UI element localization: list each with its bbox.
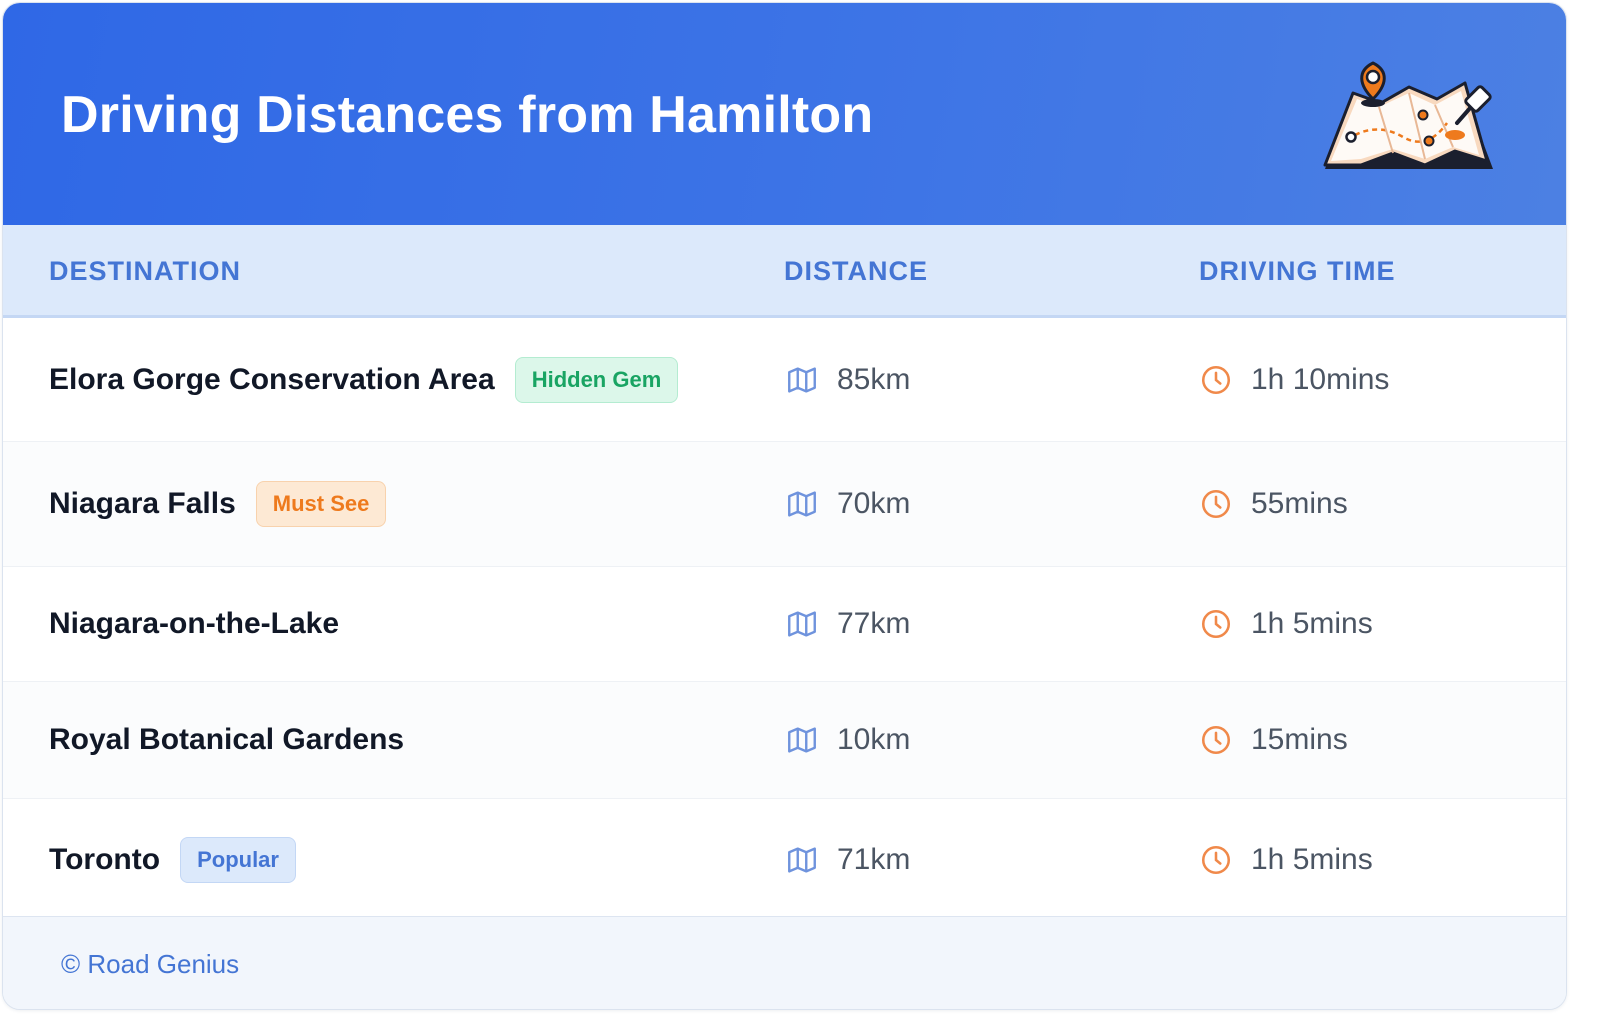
driving-time-cell: 1h 5mins — [1199, 567, 1373, 681]
page-title: Driving Distances from Hamilton — [61, 86, 874, 144]
clock-icon — [1201, 609, 1231, 639]
distance-card: Driving Distances from Hamilton DESTINAT… — [2, 2, 1567, 1010]
map-with-pins-icon — [1323, 61, 1493, 169]
distance-value: 77km — [837, 607, 911, 640]
driving-time-value: 1h 5mins — [1251, 607, 1373, 640]
destination-cell: Elora Gorge Conservation Area Hidden Gem — [49, 318, 679, 441]
map-icon — [788, 847, 816, 873]
driving-time-cell: 55mins — [1199, 442, 1348, 566]
clock-icon — [1201, 725, 1231, 755]
destination-badge: Hidden Gem — [514, 356, 679, 403]
table-row[interactable]: Elora Gorge Conservation Area Hidden Gem… — [3, 318, 1566, 442]
map-icon — [788, 727, 816, 753]
destination-name: Elora Gorge Conservation Area — [49, 362, 495, 396]
footer: © Road Genius — [3, 916, 1566, 1009]
distance-value: 71km — [837, 843, 911, 876]
table-row[interactable]: Toronto Popular 71km 1h 5mins — [3, 799, 1566, 922]
driving-time-cell: 15mins — [1199, 682, 1348, 798]
column-header-driving-time[interactable]: DRIVING TIME — [1199, 256, 1396, 287]
distance-value: 70km — [837, 487, 911, 520]
destination-cell: Niagara Falls Must See — [49, 442, 387, 566]
clock-icon — [1201, 365, 1231, 394]
destination-name: Niagara Falls — [49, 487, 236, 520]
distance-cell: 71km — [785, 799, 910, 921]
table-header: DESTINATION DISTANCE DRIVING TIME — [3, 225, 1566, 318]
clock-icon — [1201, 845, 1231, 875]
distance-value: 85km — [837, 362, 911, 396]
driving-time-value: 1h 5mins — [1251, 843, 1373, 876]
distance-cell: 10km — [785, 682, 910, 798]
destination-cell: Toronto Popular — [49, 799, 296, 921]
driving-time-value: 55mins — [1251, 487, 1348, 520]
table-row[interactable]: Royal Botanical Gardens 10km 15mins — [3, 682, 1566, 799]
map-icon — [788, 491, 816, 517]
column-header-distance[interactable]: DISTANCE — [784, 256, 928, 287]
destination-badge: Popular — [180, 837, 296, 883]
destination-name: Royal Botanical Gardens — [49, 723, 405, 756]
distance-cell: 85km — [785, 318, 910, 441]
table-row[interactable]: Niagara Falls Must See 70km 55mins — [3, 442, 1566, 567]
clock-icon — [1201, 489, 1231, 519]
destination-badge: Must See — [255, 481, 387, 527]
distance-cell: 70km — [785, 442, 910, 566]
destination-name: Niagara-on-the-Lake — [49, 607, 340, 640]
driving-time-cell: 1h 10mins — [1199, 318, 1389, 441]
footer-credit: © Road Genius — [61, 949, 240, 979]
table-row[interactable]: Niagara-on-the-Lake 77km 1h 5mins — [3, 567, 1566, 682]
distance-cell: 77km — [785, 567, 910, 681]
destination-name: Toronto — [49, 843, 161, 876]
driving-time-cell: 1h 5mins — [1199, 799, 1373, 921]
driving-time-value: 15mins — [1251, 723, 1348, 756]
driving-time-value: 1h 10mins — [1251, 362, 1390, 396]
map-icon — [788, 611, 816, 637]
column-header-destination[interactable]: DESTINATION — [49, 256, 241, 287]
destination-cell: Royal Botanical Gardens — [49, 682, 404, 798]
distance-value: 10km — [837, 723, 911, 756]
card-header: Driving Distances from Hamilton — [3, 3, 1566, 225]
map-icon — [788, 366, 816, 393]
table-body: Elora Gorge Conservation Area Hidden Gem… — [3, 318, 1566, 922]
destination-cell: Niagara-on-the-Lake — [49, 567, 339, 681]
